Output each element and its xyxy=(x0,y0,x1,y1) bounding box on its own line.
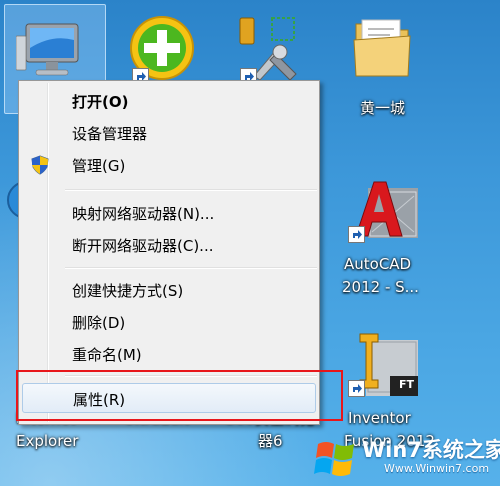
menu-item-label: 删除(D) xyxy=(72,314,126,332)
watermark: Win7系统之家 Www.Winwin7.com xyxy=(310,430,500,486)
watermark-url: Www.Winwin7.com xyxy=(384,462,490,475)
menu-item-label: 打开(O) xyxy=(72,93,129,111)
autocad-label-line2: 2012 - S... xyxy=(342,278,419,296)
folder-icon[interactable] xyxy=(352,16,412,82)
menu-item-manage[interactable]: 管理(G) xyxy=(22,151,316,179)
menu-item-label: 管理(G) xyxy=(72,157,126,175)
ie-label-line2: Explorer xyxy=(16,432,79,450)
menu-item-label: 创建快捷方式(S) xyxy=(72,282,184,300)
annotation-highlight-box xyxy=(16,370,343,421)
shortcut-arrow-icon xyxy=(348,380,365,397)
windows-logo-icon xyxy=(314,442,354,476)
menu-item-label: 设备管理器 xyxy=(72,125,148,143)
menu-item-disconnect-network-drive[interactable]: 断开网络驱动器(C)... xyxy=(22,231,316,259)
computer-icon[interactable] xyxy=(15,22,86,86)
autocad-label-line1: AutoCAD xyxy=(344,255,412,273)
menu-item-label: 映射网络驱动器(N)... xyxy=(72,205,215,223)
menu-item-map-network-drive[interactable]: 映射网络驱动器(N)... xyxy=(22,199,316,227)
menu-item-delete[interactable]: 删除(D) xyxy=(22,308,316,336)
shield-icon xyxy=(31,155,49,179)
menu-separator xyxy=(65,267,317,269)
menu-separator xyxy=(65,189,317,191)
360browser-label-line2: 器6 xyxy=(258,432,283,450)
folder-label: 黄一城 xyxy=(360,99,406,117)
menu-item-open[interactable]: 打开(O) xyxy=(22,87,316,115)
menu-item-label: 重命名(M) xyxy=(72,346,142,364)
menu-item-create-shortcut[interactable]: 创建快捷方式(S) xyxy=(22,276,316,304)
menu-item-rename[interactable]: 重命名(M) xyxy=(22,340,316,368)
watermark-title: Win7系统之家 xyxy=(362,438,500,462)
menu-item-label: 断开网络驱动器(C)... xyxy=(72,237,214,255)
shortcut-arrow-icon xyxy=(348,226,365,243)
menu-item-device-manager[interactable]: 设备管理器 xyxy=(22,119,316,147)
inventor-label-line1: Inventor xyxy=(348,409,411,427)
ft-badge: FT xyxy=(399,378,415,391)
